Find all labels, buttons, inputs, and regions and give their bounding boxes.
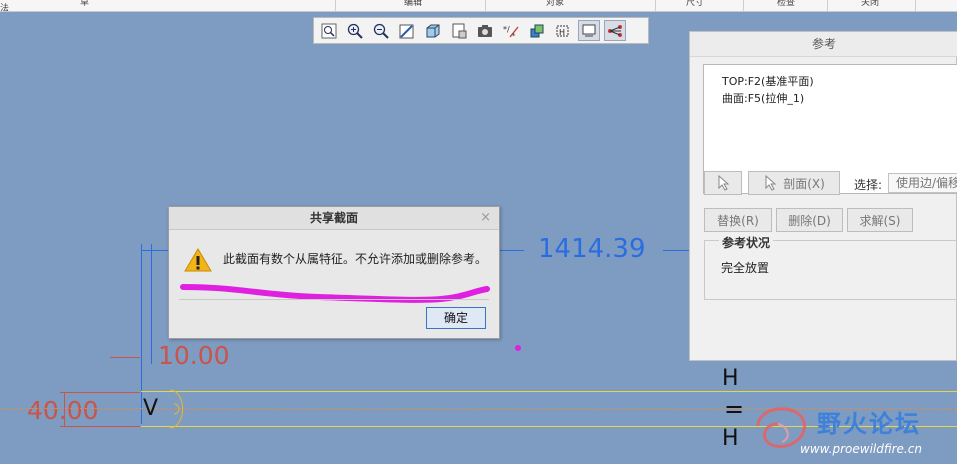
- horizontal-constraint-top[interactable]: H: [722, 366, 739, 391]
- dimension-line: [60, 392, 140, 393]
- solve-button[interactable]: 求解(S): [847, 208, 913, 232]
- dimension-line: [663, 250, 689, 251]
- dimension-height[interactable]: 40.00: [27, 396, 99, 425]
- constraint-display-icon[interactable]: [578, 20, 600, 41]
- zoom-in-icon[interactable]: [344, 20, 366, 41]
- ok-button[interactable]: 确定: [426, 307, 486, 329]
- reference-item[interactable]: TOP:F2(基准平面): [722, 73, 957, 90]
- dialog-divider: [179, 299, 489, 300]
- dimension-line: [110, 357, 140, 358]
- horizontal-constraint-bottom[interactable]: H: [722, 426, 739, 451]
- dialog-title: 共享截面: [169, 207, 499, 230]
- sketch-view-icon[interactable]: H: [552, 20, 574, 41]
- delete-button[interactable]: 删除(D): [776, 208, 843, 232]
- menu-item-sketch[interactable]: 草法: [0, 0, 90, 11]
- warning-icon: [184, 248, 212, 272]
- select-label: 选择:: [854, 178, 883, 192]
- equal-constraint[interactable]: =: [724, 395, 744, 423]
- references-panel: 参考 TOP:F2(基准平面) 曲面:F5(拉伸_1) 剖面(X) 选择: 使用…: [689, 31, 957, 361]
- section-button[interactable]: 剖面(X): [748, 171, 840, 195]
- references-panel-title: 参考: [690, 32, 957, 57]
- replace-button[interactable]: 替换(R): [704, 208, 772, 232]
- datum-display-icon[interactable]: */*: [500, 20, 522, 41]
- saved-orientations-icon[interactable]: [448, 20, 470, 41]
- zoom-out-icon[interactable]: [370, 20, 392, 41]
- dimension-width[interactable]: 1414.39: [538, 234, 646, 264]
- zoom-fit-icon[interactable]: [318, 20, 340, 41]
- reference-status-value: 完全放置: [721, 261, 770, 275]
- arc-marker-icon: [169, 389, 184, 429]
- select-dropdown[interactable]: 使用边/偏移: [888, 173, 957, 193]
- watermark-site-name: 野火论坛: [817, 410, 921, 438]
- dimension-line: [500, 250, 524, 251]
- menu-bar: 草法 编辑 对象 尺寸 检查 关闭: [0, 0, 957, 12]
- reference-status-group: 参考状况 完全放置: [704, 234, 957, 300]
- view-toolbar: */* H: [313, 17, 649, 44]
- dimension-line: [141, 250, 169, 251]
- sketch-line-top[interactable]: [141, 391, 957, 392]
- cursor-arrow-icon: [718, 175, 730, 191]
- dimension-witness-line: [141, 244, 142, 424]
- svg-text:*/: */: [503, 25, 510, 34]
- menu-item-extra: [915, 0, 957, 11]
- annotation-display-icon[interactable]: [526, 20, 548, 41]
- reference-status-title: 参考状况: [719, 234, 774, 251]
- menu-item-dimension[interactable]: 尺寸: [655, 0, 744, 11]
- view-manager-icon[interactable]: [474, 20, 496, 41]
- vertical-constraint[interactable]: V: [143, 396, 158, 421]
- shared-section-dialog: 共享截面 × 此截面有数个从属特征。不允许添加或删除参考。 确定: [168, 206, 500, 339]
- menu-item-edit[interactable]: 编辑: [335, 0, 486, 11]
- dimension-line: [60, 426, 140, 427]
- watermark-url: www.proewildfire.cn: [800, 442, 922, 456]
- repaint-icon[interactable]: [396, 20, 418, 41]
- svg-text:H: H: [559, 28, 565, 37]
- dimension-offset[interactable]: 10.00: [158, 341, 230, 370]
- dimension-witness-line: [151, 244, 152, 364]
- display-style-icon[interactable]: [422, 20, 444, 41]
- cursor-arrow-icon: [765, 175, 777, 191]
- menu-item-inspect[interactable]: 检查: [743, 0, 828, 11]
- reference-item[interactable]: 曲面:F5(拉伸_1): [722, 90, 957, 107]
- dialog-message: 此截面有数个从属特征。不允许添加或删除参考。: [223, 252, 488, 266]
- menu-item-close[interactable]: 关闭: [827, 0, 916, 11]
- close-icon[interactable]: ×: [480, 210, 491, 225]
- svg-text:*: *: [512, 32, 516, 39]
- highlight-dot: [515, 345, 521, 351]
- select-reference-button[interactable]: [704, 171, 742, 195]
- vertex-display-icon[interactable]: [604, 20, 626, 41]
- highlight-scribble: [180, 284, 490, 303]
- menu-item-object[interactable]: 对象: [485, 0, 656, 11]
